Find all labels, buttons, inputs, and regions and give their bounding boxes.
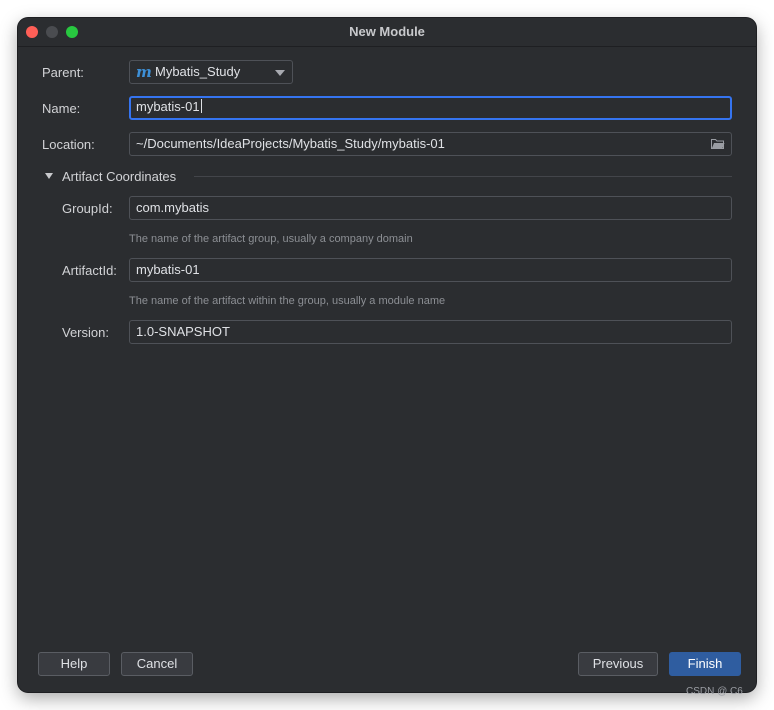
artifact-id-input[interactable]: mybatis-01: [129, 258, 732, 282]
minimize-window-button[interactable]: [46, 26, 58, 38]
artifact-coordinates-toggle[interactable]: Artifact Coordinates: [62, 169, 176, 185]
name-value: mybatis-01: [136, 99, 200, 114]
section-divider: [194, 176, 732, 177]
version-input[interactable]: 1.0-SNAPSHOT: [129, 320, 732, 344]
folder-icon[interactable]: [711, 138, 725, 149]
version-value: 1.0-SNAPSHOT: [136, 324, 230, 339]
window-title: New Module: [349, 24, 425, 39]
chevron-down-icon: [275, 70, 285, 76]
artifact-id-label: ArtifactId:: [62, 263, 117, 278]
previous-button[interactable]: Previous: [578, 652, 658, 676]
artifact-id-hint: The name of the artifact within the grou…: [129, 295, 446, 307]
text-caret: [200, 99, 202, 113]
title-bar: New Module: [18, 18, 756, 47]
location-label: Location:: [42, 137, 95, 152]
maximize-window-button[interactable]: [66, 26, 78, 38]
parent-dropdown[interactable]: m Mybatis_Study: [129, 60, 293, 84]
version-label: Version:: [62, 325, 109, 340]
location-input[interactable]: ~/Documents/IdeaProjects/Mybatis_Study/m…: [129, 132, 732, 156]
new-module-dialog: New Module Parent: m Mybatis_Study Name:…: [18, 18, 756, 692]
parent-label: Parent:: [42, 65, 84, 80]
finish-button[interactable]: Finish: [669, 652, 741, 676]
help-button[interactable]: Help: [38, 652, 110, 676]
group-id-hint: The name of the artifact group, usually …: [129, 233, 413, 245]
watermark: CSDN @ C6: [686, 686, 743, 697]
parent-value: Mybatis_Study: [155, 64, 241, 79]
close-window-button[interactable]: [26, 26, 38, 38]
name-input[interactable]: mybatis-01: [129, 96, 732, 120]
maven-m-icon: m: [136, 63, 152, 81]
collapse-triangle-icon[interactable]: [45, 173, 53, 179]
group-id-value: com.mybatis: [136, 200, 209, 215]
location-value: ~/Documents/IdeaProjects/Mybatis_Study/m…: [136, 136, 445, 151]
artifact-id-value: mybatis-01: [136, 262, 200, 277]
group-id-input[interactable]: com.mybatis: [129, 196, 732, 220]
group-id-label: GroupId:: [62, 201, 113, 216]
cancel-button[interactable]: Cancel: [121, 652, 193, 676]
name-label: Name:: [42, 101, 81, 116]
